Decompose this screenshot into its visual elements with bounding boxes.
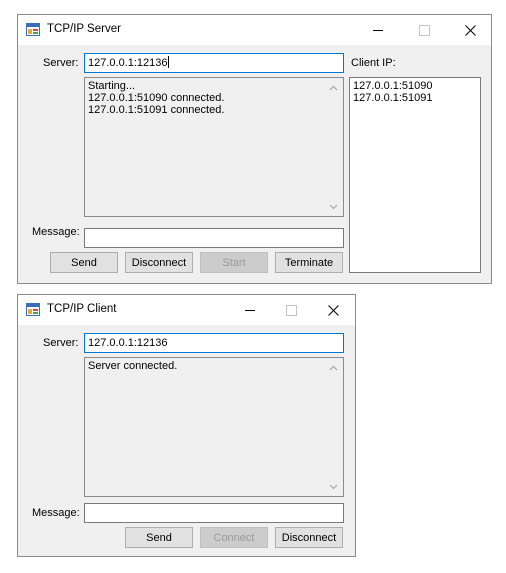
app-window-icon xyxy=(26,23,40,36)
log-line: 127.0.0.1:51090 connected. xyxy=(88,92,225,104)
client-ip-label: Client IP: xyxy=(351,57,396,69)
list-item[interactable]: 127.0.0.1:51090 xyxy=(353,80,477,92)
scroll-down-button[interactable] xyxy=(325,198,342,215)
connect-button-label: Connect xyxy=(213,531,255,544)
close-icon xyxy=(464,24,476,36)
terminate-button-label: Terminate xyxy=(284,256,334,269)
chevron-down-icon xyxy=(329,204,338,209)
terminate-button[interactable]: Terminate xyxy=(275,252,343,273)
log-line: 127.0.0.1:51091 connected. xyxy=(88,104,225,116)
maximize-button[interactable] xyxy=(268,295,314,325)
send-button[interactable]: Send xyxy=(125,527,193,548)
window-title: TCP/IP Client xyxy=(47,303,117,315)
vertical-scrollbar[interactable] xyxy=(325,79,342,215)
send-button[interactable]: Send xyxy=(50,252,118,273)
server-titlebar[interactable]: TCP/IP Server xyxy=(18,15,491,45)
server-address-input[interactable]: 127.0.0.1:12136 xyxy=(84,333,344,353)
server-window: TCP/IP Server Server: 127.0.0.1:12136 St… xyxy=(17,14,492,284)
message-label: Message: xyxy=(32,226,80,238)
message-input[interactable] xyxy=(84,228,344,248)
start-button[interactable]: Start xyxy=(200,252,268,273)
minimize-icon xyxy=(245,309,255,311)
minimize-icon xyxy=(373,29,383,31)
send-button-label: Send xyxy=(146,531,172,544)
window-title: TCP/IP Server xyxy=(47,23,121,35)
log-line: Server connected. xyxy=(88,360,178,372)
maximize-icon xyxy=(418,24,430,36)
client-log-textbox[interactable]: Server connected. xyxy=(84,357,344,497)
scroll-down-button[interactable] xyxy=(325,478,342,495)
close-button[interactable] xyxy=(310,295,356,325)
disconnect-button-label: Disconnect xyxy=(131,256,187,269)
send-button-label: Send xyxy=(71,256,97,269)
text-caret xyxy=(167,56,169,68)
app-window-icon xyxy=(26,303,40,316)
scroll-up-button[interactable] xyxy=(325,79,342,96)
disconnect-button[interactable]: Disconnect xyxy=(125,252,193,273)
minimize-button[interactable] xyxy=(227,295,273,325)
server-address-input[interactable]: 127.0.0.1:12136 xyxy=(84,53,344,73)
connect-button[interactable]: Connect xyxy=(200,527,268,548)
scroll-up-button[interactable] xyxy=(325,359,342,376)
chevron-up-icon xyxy=(329,365,338,370)
start-button-label: Start xyxy=(222,256,246,269)
server-label: Server: xyxy=(43,57,79,69)
maximize-icon xyxy=(285,304,297,316)
close-button[interactable] xyxy=(447,15,493,45)
client-window: TCP/IP Client Server: 127.0.0.1:12136 Se… xyxy=(17,294,356,557)
message-label: Message: xyxy=(32,507,80,519)
close-icon xyxy=(327,304,339,316)
chevron-up-icon xyxy=(329,85,338,90)
disconnect-button-label: Disconnect xyxy=(281,531,337,544)
minimize-button[interactable] xyxy=(355,15,401,45)
server-label: Server: xyxy=(43,337,79,349)
server-log-textbox[interactable]: Starting... 127.0.0.1:51090 connected. 1… xyxy=(84,77,344,217)
log-line: Starting... xyxy=(88,80,136,92)
maximize-button[interactable] xyxy=(401,15,447,45)
disconnect-button[interactable]: Disconnect xyxy=(275,527,343,548)
vertical-scrollbar[interactable] xyxy=(325,359,342,495)
client-titlebar[interactable]: TCP/IP Client xyxy=(18,295,355,325)
client-ip-list[interactable]: 127.0.0.1:51090 127.0.0.1:51091 xyxy=(349,77,481,273)
server-address-value: 127.0.0.1:12136 xyxy=(88,337,168,349)
list-item[interactable]: 127.0.0.1:51091 xyxy=(353,92,477,104)
message-input[interactable] xyxy=(84,503,344,523)
server-address-value: 127.0.0.1:12136 xyxy=(88,57,168,69)
chevron-down-icon xyxy=(329,484,338,489)
